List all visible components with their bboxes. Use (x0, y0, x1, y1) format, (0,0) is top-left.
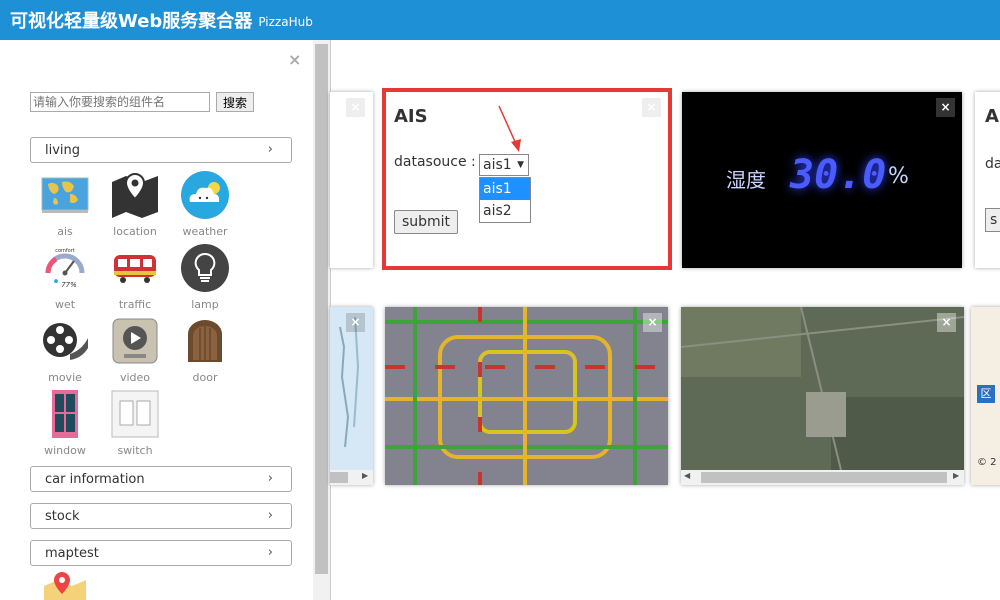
close-icon[interactable]: × (936, 98, 955, 117)
map-card-partial-right: 区 © 2 (971, 307, 1000, 485)
sidebar-scrollbar-thumb[interactable] (315, 44, 328, 574)
world-map-icon (41, 177, 89, 213)
component-label: lamp (191, 298, 219, 311)
close-icon[interactable]: × (937, 313, 956, 332)
dropdown-option-ais2[interactable]: ais2 (480, 200, 530, 222)
component-video[interactable]: video (109, 316, 161, 386)
film-reel-icon (43, 323, 88, 360)
dropdown-arrow-icon: ▼ (517, 160, 524, 170)
door-icon (188, 320, 222, 362)
category-label: stock (45, 508, 80, 524)
svg-text:comfort: comfort (55, 248, 75, 254)
component-label: window (44, 444, 86, 457)
dropdown-option-ais1[interactable]: ais1 (480, 178, 530, 200)
component-label: ais (57, 225, 73, 238)
component-window[interactable]: window (39, 389, 91, 459)
component-label: door (192, 371, 218, 384)
search-bar: 搜索 (30, 92, 255, 112)
app-subtitle: PizzaHub (258, 15, 313, 29)
district-label: 区 (977, 385, 995, 403)
chevron-right-icon: › (267, 142, 273, 157)
traffic-map-card: × (385, 307, 668, 485)
lightbulb-icon (181, 244, 229, 292)
close-icon[interactable]: × (346, 98, 365, 117)
light-switch-icon (111, 390, 159, 438)
humidity-unit: % (888, 164, 909, 189)
humidity-value: 30.0 (790, 152, 887, 198)
component-sidebar: × 搜索 living › ais location (0, 40, 331, 600)
search-button[interactable]: 搜索 (216, 92, 255, 112)
component-weather[interactable]: weather (179, 170, 231, 240)
train-icon (114, 255, 156, 283)
datasource-label: datasouce : (394, 154, 476, 170)
component-switch[interactable]: switch (109, 389, 161, 459)
annotation-arrow-icon (498, 105, 521, 152)
location-map-icon (112, 172, 158, 218)
card-partial-right: A da s (975, 92, 1000, 268)
category-label: maptest (45, 545, 99, 561)
submit-button[interactable]: s (985, 208, 1000, 232)
card-partial-left: × (330, 92, 373, 268)
copyright-text: © 2 (977, 457, 997, 468)
component-movie[interactable]: movie (39, 316, 91, 386)
humidity-card: × 湿度 30.0 % (682, 92, 962, 268)
search-input[interactable] (30, 92, 210, 112)
app-title: 可视化轻量级Web服务聚合器 (10, 11, 253, 32)
component-wet[interactable]: comfort 77% wet (39, 243, 91, 313)
map-hscrollbar[interactable]: ▶ (330, 470, 373, 485)
chevron-right-icon: › (267, 508, 273, 523)
component-label: wet (54, 298, 76, 311)
category-maptest[interactable]: maptest › (30, 540, 292, 566)
category-label: car information (45, 471, 145, 487)
chevron-right-icon: › (267, 545, 273, 560)
video-player-icon (112, 318, 158, 364)
weather-cloud-icon (181, 171, 229, 219)
component-label: traffic (118, 298, 152, 311)
component-traffic[interactable]: traffic (109, 243, 161, 313)
map-pin-icon (44, 572, 86, 600)
component-label: video (119, 371, 151, 384)
ais-card: × AIS datasouce : ais1 ▼ ais1 ais2 submi… (382, 88, 672, 270)
traffic-map-image (385, 307, 668, 485)
svg-text:77%: 77% (61, 281, 77, 289)
component-label: location (113, 225, 157, 238)
map-hscrollbar[interactable]: ◀ ▶ (681, 470, 964, 485)
component-location[interactable]: location (109, 170, 161, 240)
app-header: 可视化轻量级Web服务聚合器 PizzaHub (0, 0, 1000, 40)
datasource-select[interactable]: ais1 ▼ (479, 154, 529, 176)
category-living[interactable]: living › (30, 137, 292, 163)
card-title: AIS (394, 106, 428, 127)
humidity-label: 湿度 (726, 168, 766, 192)
chevron-right-icon: › (267, 471, 273, 486)
component-label: switch (117, 444, 153, 457)
category-label: living (45, 142, 81, 158)
submit-button[interactable]: submit (394, 210, 458, 234)
close-icon[interactable]: × (643, 313, 662, 332)
datasource-dropdown-list: ais1 ais2 (479, 177, 531, 223)
component-lamp[interactable]: lamp (179, 243, 231, 313)
category-car-information[interactable]: car information › (30, 466, 292, 492)
component-label: weather (182, 225, 228, 238)
category-stock[interactable]: stock › (30, 503, 292, 529)
component-label: movie (48, 371, 82, 384)
component-door[interactable]: door (179, 316, 231, 386)
close-icon[interactable]: × (642, 98, 661, 117)
sidebar-close-icon[interactable]: × (288, 50, 301, 69)
close-icon[interactable]: × (346, 313, 365, 332)
component-ais[interactable]: ais (39, 170, 91, 240)
window-icon (52, 390, 78, 438)
satellite-map-card: × ◀ ▶ (681, 307, 964, 485)
humidity-gauge-icon: comfort 77% (45, 248, 85, 289)
map-card-partial-left: × ▶ (330, 307, 373, 485)
satellite-image (681, 307, 964, 471)
